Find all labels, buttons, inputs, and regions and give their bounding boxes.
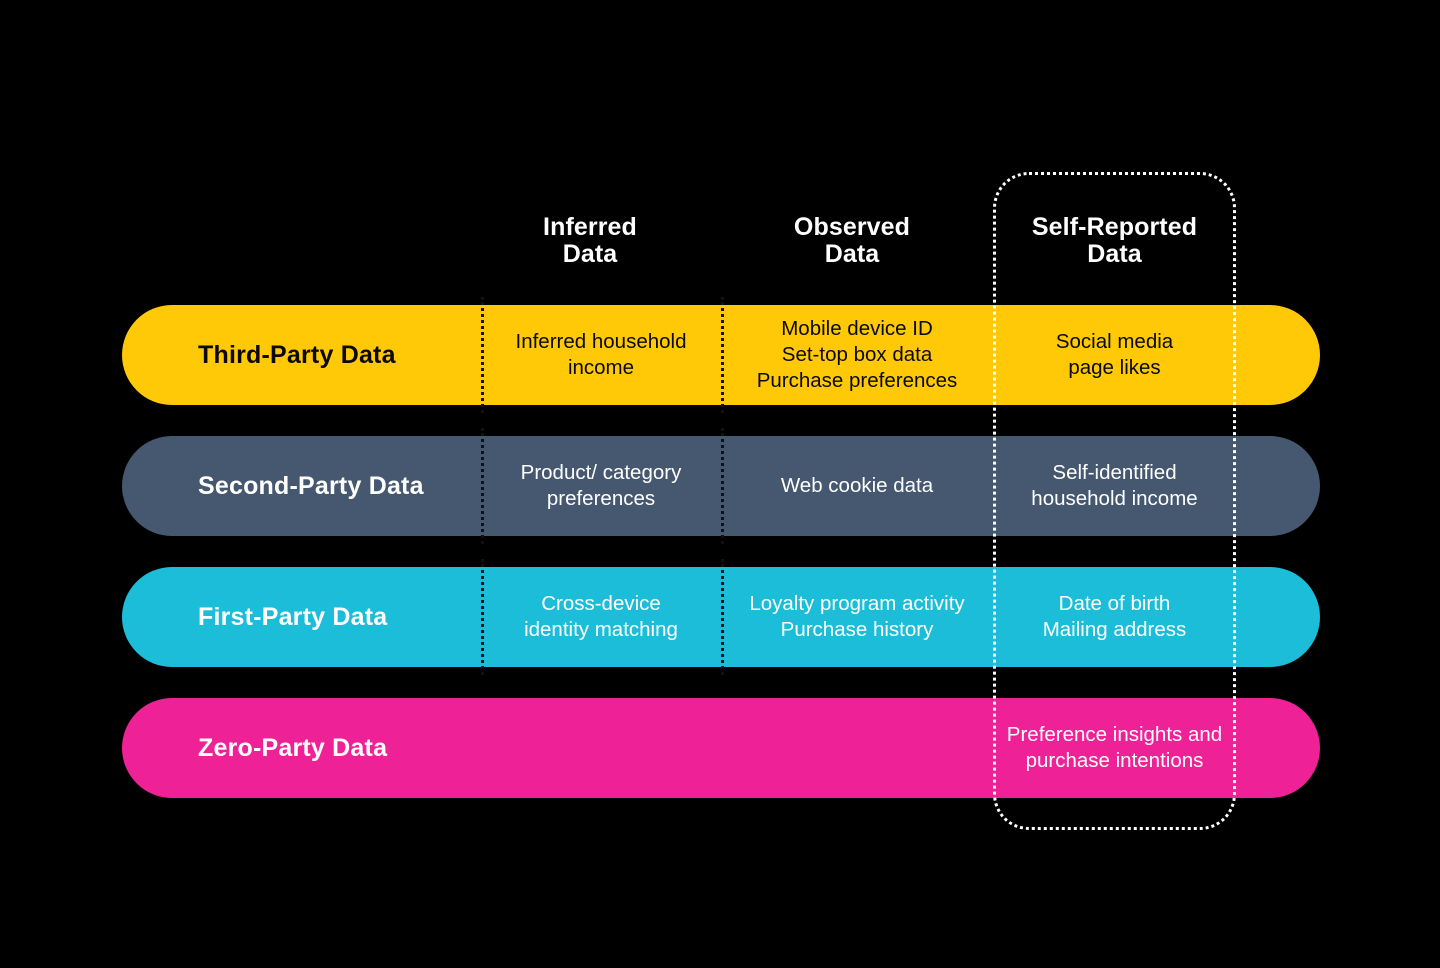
diagram-canvas: Inferred Data Observed Data Self-Reporte… — [0, 0, 1440, 968]
cell-third-party-tail — [1236, 305, 1320, 405]
column-divider — [481, 559, 484, 675]
row-label-zero-party: Zero-Party Data — [198, 733, 388, 762]
cell-third-party-self-reported: Social media page likes — [993, 305, 1236, 405]
cell-first-party-observed: Loyalty program activity Purchase histor… — [721, 567, 993, 667]
cell-text: Self-identified household income — [1031, 460, 1198, 510]
cell-zero-party-self-reported: Preference insights and purchase intenti… — [993, 698, 1236, 798]
column-header-inferred: Inferred Data — [543, 213, 637, 268]
cell-first-party-tail — [1236, 567, 1320, 667]
cell-zero-party-inferred — [481, 698, 721, 798]
cell-second-party-tail — [1236, 436, 1320, 536]
cell-text: Inferred household income — [515, 329, 687, 379]
cell-text: Loyalty program activity Purchase histor… — [749, 591, 965, 641]
cell-zero-party-observed — [721, 698, 993, 798]
cell-zero-party-tail — [1236, 698, 1320, 798]
cell-text: Cross-device identity matching — [524, 591, 678, 641]
cell-first-party-self-reported: Date of birth Mailing address — [993, 567, 1236, 667]
column-divider — [481, 297, 484, 413]
cell-text: Web cookie data — [780, 473, 934, 497]
column-divider — [721, 559, 724, 675]
column-header-observed: Observed Data — [793, 213, 911, 268]
cell-text: Preference insights and purchase intenti… — [1006, 722, 1223, 772]
cell-first-party-inferred: Cross-device identity matching — [481, 567, 721, 667]
column-divider — [721, 297, 724, 413]
row-label-second-party: Second-Party Data — [198, 471, 424, 500]
cell-text: Date of birth Mailing address — [1042, 591, 1187, 641]
cell-text: Social media page likes — [1055, 329, 1174, 379]
cell-third-party-observed: Mobile device ID Set-top box data Purcha… — [721, 305, 993, 405]
column-header-self-reported: Self-Reported Data — [1031, 213, 1198, 268]
row-label-first-party: First-Party Data — [198, 602, 388, 631]
cell-third-party-inferred: Inferred household income — [481, 305, 721, 405]
cell-second-party-observed: Web cookie data — [721, 436, 993, 536]
row-label-third-party: Third-Party Data — [198, 340, 396, 369]
cell-second-party-inferred: Product/ category preferences — [481, 436, 721, 536]
cell-text: Product/ category preferences — [520, 460, 682, 510]
column-divider — [481, 428, 484, 544]
cell-second-party-self-reported: Self-identified household income — [993, 436, 1236, 536]
column-divider — [721, 428, 724, 544]
row-zero-party: Zero-Party Data Preference insights and … — [122, 698, 1320, 798]
cell-text: Mobile device ID Set-top box data Purcha… — [756, 316, 958, 393]
